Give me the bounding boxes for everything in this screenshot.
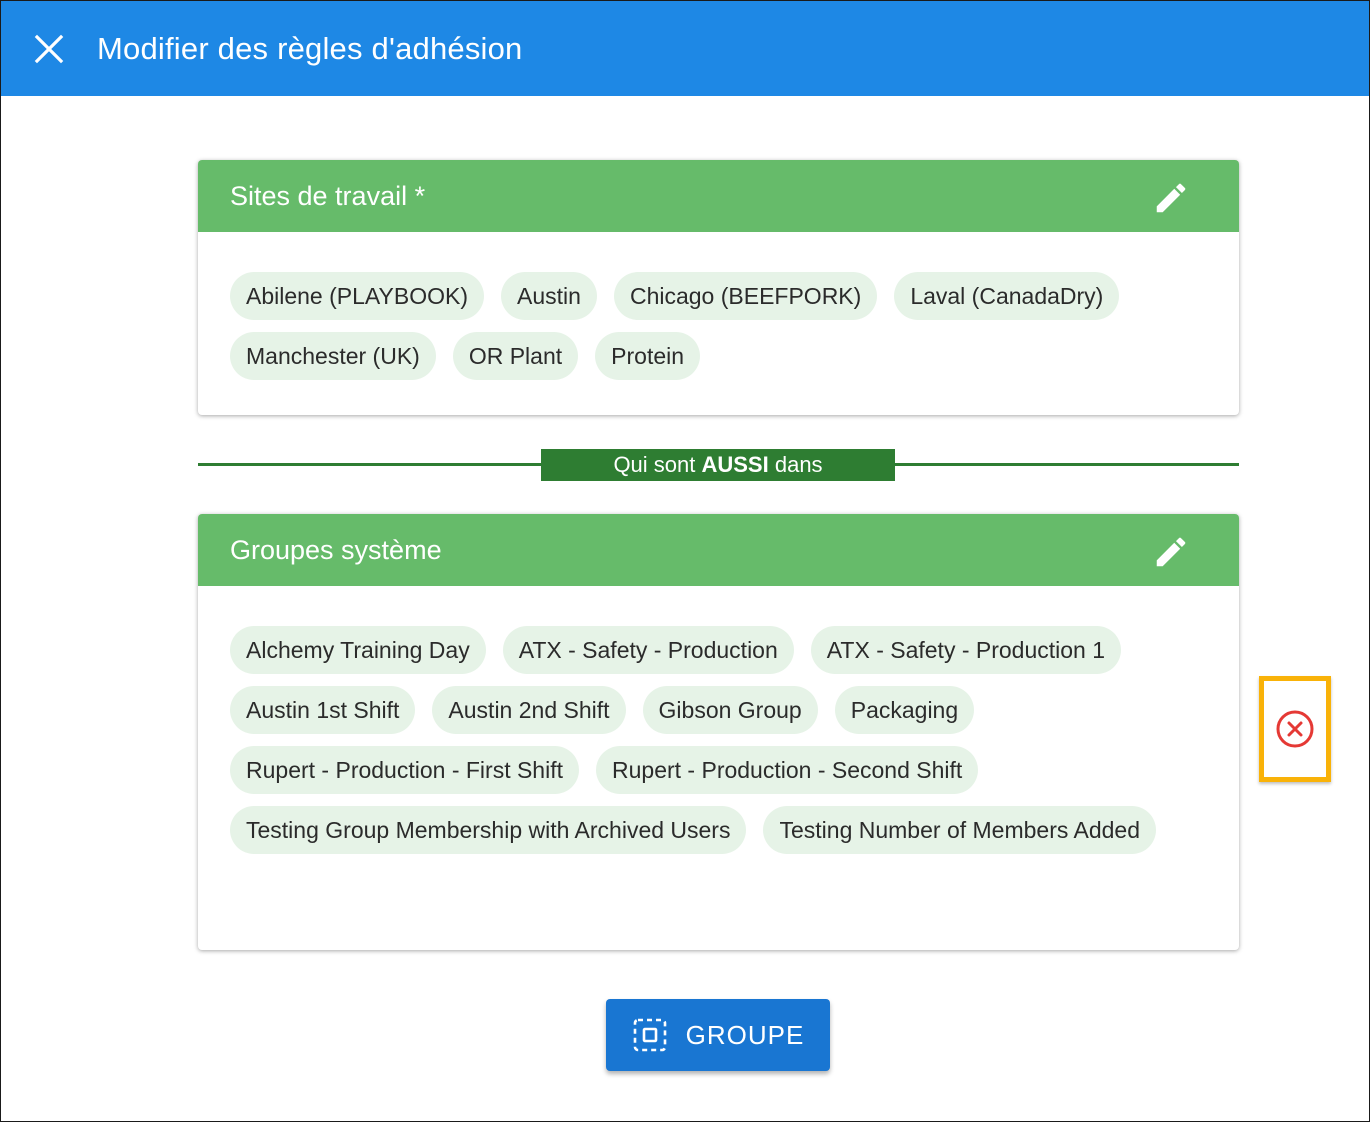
group-chip: Packaging (834, 686, 975, 734)
dialog-title: Modifier des règles d'adhésion (97, 31, 523, 66)
group-chip: Testing Group Membership with Archived U… (230, 806, 747, 854)
pencil-icon (1156, 183, 1186, 213)
worksite-chip: Laval (CanadaDry) (894, 272, 1120, 320)
group-chip: Gibson Group (642, 686, 818, 734)
edit-system-groups-button[interactable] (1151, 532, 1191, 572)
group-chip: Testing Number of Members Added (763, 806, 1156, 854)
system-groups-chip-list: Alchemy Training Day ATX - Safety - Prod… (198, 586, 1239, 888)
group-chip: Alchemy Training Day (230, 626, 486, 674)
worksite-chip: Manchester (UK) (230, 332, 436, 380)
app-bar: Modifier des règles d'adhésion (1, 1, 1369, 96)
add-group-button[interactable]: GROUPE (606, 999, 830, 1071)
group-chip: ATX - Safety - Production (502, 626, 794, 674)
connector-suffix: dans (768, 452, 823, 477)
group-chip: Rupert - Production - Second Shift (596, 746, 979, 794)
connector-prefix: Qui sont (613, 452, 702, 477)
remove-system-groups-button[interactable] (1259, 676, 1331, 782)
worksites-card: Sites de travail * Abilene (PLAYBOOK) Au… (198, 160, 1239, 415)
worksite-chip: Chicago (BEEFPORK) (613, 272, 878, 320)
group-chip: ATX - Safety - Production 1 (810, 626, 1122, 674)
worksite-chip: Protein (595, 332, 701, 380)
worksites-title: Sites de travail * (230, 181, 426, 211)
system-groups-card-header: Groupes système (198, 514, 1239, 586)
group-chip: Austin 1st Shift (230, 686, 416, 734)
pencil-icon (1156, 537, 1186, 567)
system-groups-card: Groupes système Alchemy Training Day ATX… (198, 514, 1239, 950)
worksite-chip: OR Plant (452, 332, 579, 380)
connector-label: Qui sont AUSSI dans (541, 449, 895, 481)
group-select-icon (633, 1018, 666, 1052)
worksites-card-header: Sites de travail * (198, 160, 1239, 232)
worksites-chip-list: Abilene (PLAYBOOK) Austin Chicago (BEEFP… (198, 232, 1239, 414)
group-chip: Austin 2nd Shift (432, 686, 626, 734)
close-icon (34, 34, 64, 64)
remove-circle-icon (1276, 710, 1314, 748)
system-groups-title: Groupes système (230, 535, 442, 565)
group-chip: Rupert - Production - First Shift (230, 746, 579, 794)
edit-worksites-button[interactable] (1151, 178, 1191, 218)
connector-emphasis: AUSSI (701, 452, 769, 477)
worksite-chip: Abilene (PLAYBOOK) (230, 272, 485, 320)
group-button-label: GROUPE (685, 1019, 805, 1050)
close-button[interactable] (31, 31, 67, 67)
worksite-chip: Austin (501, 272, 597, 320)
